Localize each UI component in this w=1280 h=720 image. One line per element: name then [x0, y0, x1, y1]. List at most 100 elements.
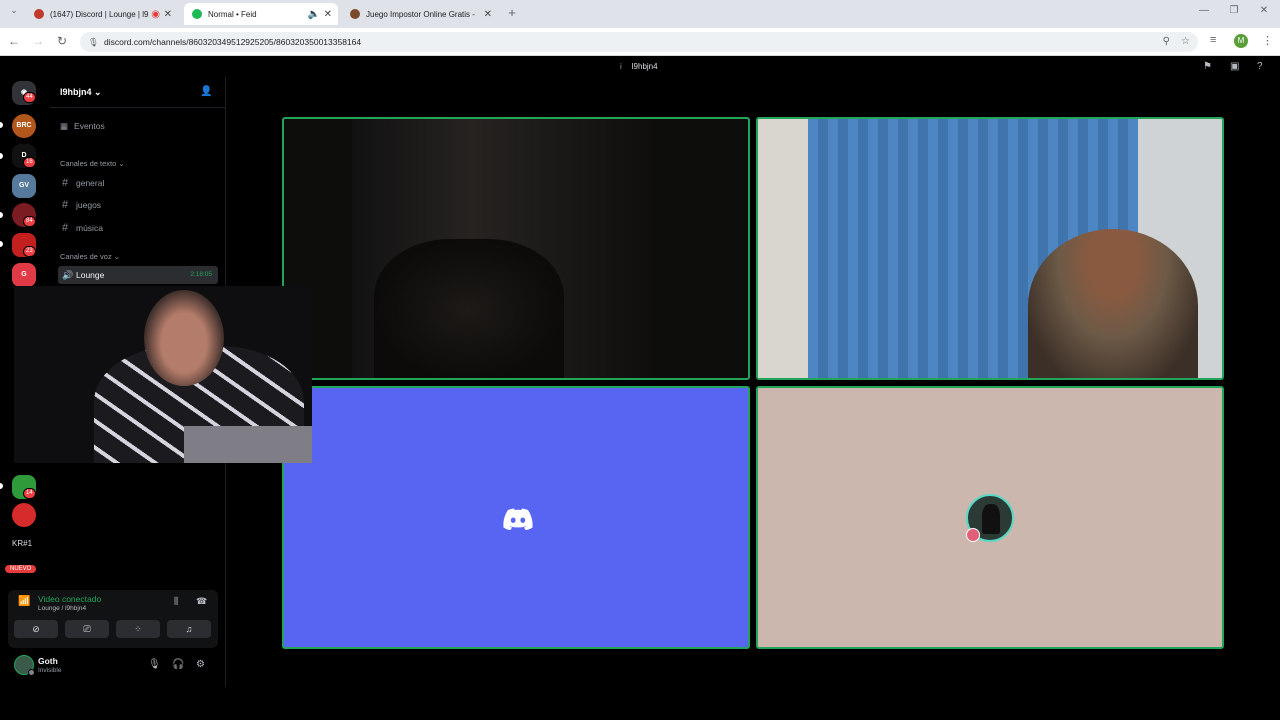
mention-badge: 14: [23, 488, 36, 499]
voice-category[interactable]: Canales de voz ⌄: [60, 252, 120, 261]
voice-status-subtitle[interactable]: Lounge / l9hbjn4: [38, 605, 86, 612]
tab-title: (1647) Discord | Lounge | l9: [50, 9, 149, 19]
inbox-icon[interactable]: ▣: [1230, 61, 1239, 72]
address-bar[interactable]: 🎙 discord.com/channels/86032034951292520…: [80, 32, 1198, 52]
window-title: i l9hbjn4: [620, 62, 658, 71]
bookmark-star-icon[interactable]: ☆: [1181, 36, 1190, 47]
mention-badge: 84: [23, 216, 36, 227]
voice-timer: 2:18:05: [190, 271, 212, 278]
site-info-icon[interactable]: 🎙: [88, 32, 99, 52]
channel-juegos[interactable]: # juegos: [58, 196, 218, 214]
disconnect-icon[interactable]: ☎: [196, 596, 207, 607]
game-favicon-icon: [350, 9, 360, 19]
camera-off-button[interactable]: ⊘: [14, 620, 58, 638]
microphone-icon[interactable]: 🎙: [148, 659, 161, 670]
signal-icon[interactable]: 📶: [18, 596, 30, 607]
video-tile-3[interactable]: [282, 386, 750, 649]
discord-logo-icon: [503, 508, 533, 530]
tab-title: Juego Impostor Online Gratis -: [366, 9, 475, 19]
soundboard-icon: ♫: [185, 624, 193, 634]
voice-channel-lounge[interactable]: 🔊 Lounge 2:18:05: [58, 266, 218, 284]
headphones-icon[interactable]: 🎧: [172, 659, 184, 670]
hash-icon: #: [62, 199, 69, 211]
username[interactable]: Goth: [38, 656, 58, 666]
avatar-figure: [982, 504, 1000, 534]
tab-title: Normal • Feid: [208, 9, 257, 19]
unread-pill: [0, 153, 3, 159]
spotify-favicon-icon: [192, 9, 202, 19]
channel-general[interactable]: # general: [58, 174, 218, 192]
profile-avatar[interactable]: M: [1234, 34, 1248, 48]
restore-icon[interactable]: ❐: [1226, 5, 1242, 16]
chevron-down-icon: ⌄: [94, 87, 102, 97]
tab-spotify[interactable]: Normal • Feid 🔈 ✕: [184, 3, 338, 25]
video-tile-4[interactable]: [756, 386, 1224, 649]
voice-status-title[interactable]: Video conectado: [38, 594, 101, 604]
channel-label: Lounge: [76, 270, 105, 280]
tab-search-chevron-icon[interactable]: ⌄: [6, 5, 22, 16]
invite-people-icon[interactable]: 👤: [200, 86, 212, 97]
activities-button[interactable]: ⁘: [116, 620, 160, 638]
video-feed-silhouette: [374, 239, 564, 378]
server-kr1[interactable]: KR#1: [12, 539, 32, 548]
text-category[interactable]: Canales de texto ⌄: [60, 159, 125, 168]
help-icon[interactable]: ?: [1257, 61, 1263, 72]
video-feed-person: [1028, 229, 1198, 378]
recording-icon: ◉: [151, 8, 160, 20]
user-panel: Goth Invisible 🎙 🎧 ⚙: [8, 652, 218, 680]
channel-musica[interactable]: # música: [58, 219, 218, 237]
forward-icon[interactable]: →: [30, 34, 46, 48]
tab-discord[interactable]: (1647) Discord | Lounge | l9 ◉ ✕: [26, 3, 178, 25]
omnibox-icons: ⚲ ☆: [1163, 32, 1190, 52]
channel-label: música: [76, 223, 103, 233]
screen-share-button[interactable]: ⎚: [65, 620, 109, 638]
zoom-icon[interactable]: ⚲: [1163, 36, 1170, 47]
minimize-icon[interactable]: —: [1196, 5, 1212, 16]
server-heart[interactable]: [12, 503, 36, 527]
close-icon[interactable]: ✕: [164, 9, 172, 20]
soundboard-button[interactable]: ♫: [167, 620, 211, 638]
voice-connection-panel: 📶 Video conectado Lounge / l9hbjn4 ⫼ ☎ ⊘…: [8, 590, 218, 648]
channel-label: general: [76, 178, 105, 188]
avatar-decoration: [966, 528, 980, 542]
guild-name: l9hbjn4: [60, 87, 92, 97]
video-tile-1[interactable]: [282, 117, 750, 380]
reload-icon[interactable]: ↻: [54, 34, 70, 48]
browser-menu-icon[interactable]: ⋮: [1262, 34, 1273, 47]
settings-gear-icon[interactable]: ⚙: [196, 659, 205, 670]
server-brc[interactable]: BRC: [12, 114, 36, 138]
server-g[interactable]: G: [12, 263, 36, 287]
info-icon: i: [620, 62, 622, 71]
speaker-icon: 🔊: [62, 270, 74, 280]
new-tab-button[interactable]: +: [504, 5, 520, 20]
category-label: Canales de voz: [60, 252, 112, 261]
video-feed-wall: [758, 119, 808, 378]
speaker-icon[interactable]: 🔈: [308, 9, 320, 20]
media-controls-icon[interactable]: ≡: [1210, 34, 1216, 46]
webcam-overlay: [14, 286, 312, 463]
user-status: Invisible: [38, 667, 62, 674]
calendar-icon: ▦: [60, 121, 69, 131]
browser-toolbar: ← → ↻ 🎙 discord.com/channels/86032034951…: [0, 28, 1280, 56]
close-icon[interactable]: ✕: [324, 9, 332, 20]
mention-badge: 16: [23, 157, 36, 168]
tab-impostor[interactable]: Juego Impostor Online Gratis - ✕: [342, 3, 498, 25]
events-item[interactable]: ▦ Eventos: [60, 121, 105, 132]
camera-off-icon: ⊘: [32, 624, 40, 634]
window-close-icon[interactable]: ✕: [1256, 5, 1272, 16]
divider: [50, 107, 226, 108]
category-label: Canales de texto: [60, 159, 117, 168]
back-icon[interactable]: ←: [6, 34, 22, 48]
noise-suppression-icon[interactable]: ⫼: [174, 596, 178, 607]
activities-icon: ⁘: [134, 624, 142, 634]
unread-pill: [0, 122, 3, 128]
flag-icon[interactable]: ⚑: [1203, 61, 1212, 72]
unread-pill: [0, 241, 3, 247]
video-tile-2[interactable]: [756, 117, 1224, 380]
mention-badge: 23: [23, 246, 36, 257]
discord-title-bar: i l9hbjn4 ⚑ ▣ ?: [0, 57, 1280, 77]
server-gv[interactable]: GV: [12, 174, 36, 198]
guild-header[interactable]: l9hbjn4 ⌄: [60, 87, 102, 98]
browser-tab-bar: ⌄ (1647) Discord | Lounge | l9 ◉ ✕ Norma…: [0, 0, 1280, 28]
close-icon[interactable]: ✕: [484, 9, 492, 20]
